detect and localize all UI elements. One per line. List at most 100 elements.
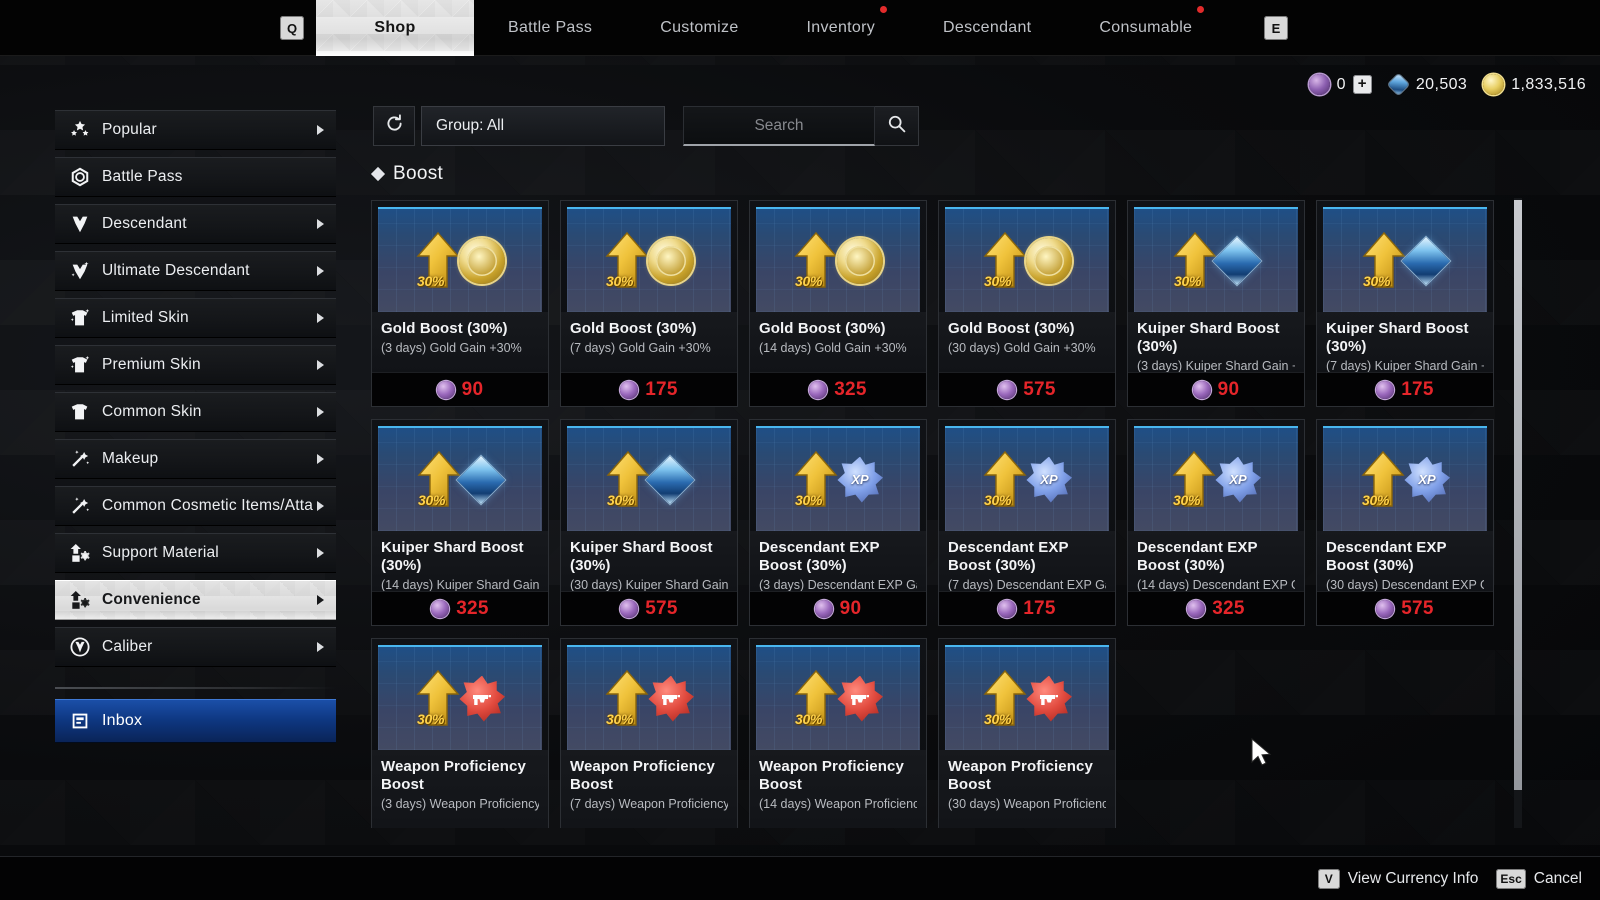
item-info: Gold Boost (30%) (3 days) Gold Gain +30% [372, 312, 548, 372]
sidebar-item-popular[interactable]: Popular [55, 110, 336, 150]
chevron-right-icon [317, 501, 324, 511]
shop-item-card[interactable]: 30% XP Descendant EXP Boost (30%) (30 days)… [1316, 419, 1494, 626]
boost-percent-label: 30% [984, 272, 1012, 289]
search-input[interactable] [684, 107, 874, 144]
item-price-value: 325 [1212, 597, 1245, 619]
sidebar-item-support-material[interactable]: Support Material [55, 533, 336, 573]
currency-value: 20,503 [1415, 75, 1468, 93]
shop-item-card[interactable]: 30% Kuiper Shard Boost (30%) (30 days) Kui… [560, 419, 738, 626]
item-description: (30 days) Kuiper Shard Gain +30% [570, 578, 728, 591]
ultimate-descendant-crest-icon [67, 259, 93, 283]
sidebar-item-caliber[interactable]: Caliber [55, 627, 336, 667]
boost-percent-label: 30% [418, 491, 446, 508]
weapon-icon [648, 675, 694, 722]
xp-icon: XP [1215, 456, 1261, 503]
shop-item-card[interactable]: 30% XP Descendant EXP Boost (30%) (14 days)… [1127, 419, 1305, 626]
search-box[interactable] [683, 106, 875, 146]
sidebar-item-ultimate-descendant[interactable]: Ultimate Descendant [55, 251, 336, 291]
key-hint-e[interactable]: E [1264, 16, 1288, 40]
add-currency-button[interactable]: + [1352, 75, 1372, 94]
item-info: Weapon Proficiency Boost (30 days) Weapon… [939, 750, 1115, 828]
footer-hint-view-currency-info[interactable]: V View Currency Info [1317, 868, 1478, 889]
notification-badge-icon [880, 6, 888, 13]
shop-item-card[interactable]: 30% Kuiper Shard Boost (30%) (14 days) Kui… [371, 419, 549, 626]
boost-percent-label: 30% [606, 272, 634, 289]
item-info: Descendant EXP Boost (30%) (30 days) Desc… [1317, 531, 1493, 591]
tab-inventory[interactable]: Inventory [773, 0, 910, 56]
boost-percent-label: 30% [606, 710, 634, 727]
key-hint-q[interactable]: Q [280, 16, 304, 40]
grid-scrollbar-thumb[interactable] [1514, 200, 1522, 790]
refresh-icon [384, 113, 405, 139]
group-filter-dropdown[interactable]: Group: All [421, 106, 665, 146]
item-artwork: 30% [756, 645, 920, 750]
shop-item-card[interactable]: 30% Weapon Proficiency Boost (30 days) Wea… [938, 638, 1116, 828]
item-name: Gold Boost (30%) [381, 320, 508, 337]
chevron-right-icon [317, 642, 324, 652]
sidebar-item-premium-skin[interactable]: Premium Skin [55, 345, 336, 385]
shop-item-card[interactable]: 30% Gold Boost (30%) (14 days) Gold Gain +… [749, 200, 927, 407]
sidebar-item-convenience[interactable]: Convenience [55, 580, 336, 620]
tab-battle-pass[interactable]: Battle Pass [474, 0, 626, 56]
footer-hint-label: Cancel [1533, 869, 1582, 887]
item-price: 575 [1317, 591, 1493, 625]
diamond-icon [370, 166, 386, 182]
sidebar-item-label: Common Skin [102, 403, 202, 420]
boost-arrow-icon: 30% [604, 229, 650, 293]
caliber-icon [1192, 380, 1211, 399]
artwork-inner: 30% [756, 647, 920, 750]
artwork-inner: 30% [945, 647, 1109, 750]
sidebar-item-common-cosmetic-items-atta[interactable]: Common Cosmetic Items/Atta [55, 486, 336, 526]
sidebar-item-common-skin[interactable]: Common Skin [55, 392, 336, 432]
chevron-right-icon [317, 266, 324, 276]
boost-percent-label: 30% [1174, 272, 1202, 289]
item-name: Kuiper Shard Boost (30%) [1137, 320, 1280, 355]
item-description: (14 days) Descendant EXP Gain +30% [1137, 578, 1295, 591]
boost-percent-label: 30% [1173, 491, 1201, 508]
sidebar-item-label: Support Material [102, 544, 219, 561]
descendant-crest-icon [67, 212, 93, 236]
shop-item-card[interactable]: 30% Kuiper Shard Boost (30%) (3 days) Kuip… [1127, 200, 1305, 407]
shop-item-card[interactable]: 30% Gold Boost (30%) (30 days) Gold Gain +… [938, 200, 1116, 407]
sidebar-item-battle-pass[interactable]: Battle Pass [55, 157, 336, 197]
shop-item-card[interactable]: 30% Weapon Proficiency Boost (7 days) Weap… [560, 638, 738, 828]
tab-customize[interactable]: Customize [626, 0, 772, 56]
shop-item-card[interactable]: 30% Weapon Proficiency Boost (14 days) Wea… [749, 638, 927, 828]
item-name: Descendant EXP Boost (30%) [948, 539, 1069, 574]
sidebar-item-descendant[interactable]: Descendant [55, 204, 336, 244]
sidebar-item-limited-skin[interactable]: Limited Skin [55, 298, 336, 338]
boost-percent-label: 30% [607, 491, 635, 508]
weapon-icon [837, 675, 883, 722]
item-price-value: 325 [834, 378, 867, 400]
sidebar-item-inbox[interactable]: Inbox [55, 699, 336, 743]
shop-item-card[interactable]: 30% Weapon Proficiency Boost (3 days) Weap… [371, 638, 549, 828]
sidebar-item-makeup[interactable]: Makeup [55, 439, 336, 479]
inbox-icon [67, 709, 93, 733]
filter-toolbar: Group: All [373, 106, 919, 146]
shop-item-card[interactable]: 30% XP Descendant EXP Boost (30%) (7 days) … [938, 419, 1116, 626]
boost-arrow-icon: 30% [982, 667, 1028, 731]
shop-item-card[interactable]: 30% XP Descendant EXP Boost (30%) (3 days) … [749, 419, 927, 626]
search-button[interactable] [875, 106, 919, 146]
boost-percent-label: 30% [795, 710, 823, 727]
tab-consumable[interactable]: Consumable [1065, 0, 1226, 56]
tab-descendant[interactable]: Descendant [909, 0, 1065, 56]
item-price-value: 90 [1217, 378, 1240, 400]
item-description: (30 days) Descendant EXP Gain +30% [1326, 578, 1484, 591]
artwork-inner: 30% [945, 209, 1109, 312]
footer-hint-cancel[interactable]: Esc Cancel [1496, 868, 1582, 889]
item-name: Weapon Proficiency Boost [381, 758, 526, 793]
boost-arrow-icon: 30% [415, 667, 461, 731]
artwork-inner: 30% [378, 647, 542, 750]
refresh-button[interactable] [373, 106, 415, 146]
item-description: (14 days) Gold Gain +30% [759, 341, 907, 355]
boost-arrow-icon: 30% [1171, 448, 1217, 512]
tab-shop[interactable]: Shop [316, 0, 474, 56]
shop-item-card[interactable]: 30% Gold Boost (30%) (7 days) Gold Gain +3… [560, 200, 738, 407]
item-name: Weapon Proficiency Boost [570, 758, 715, 793]
caliber-icon [1376, 599, 1395, 618]
boost-arrow-icon: 30% [416, 448, 462, 512]
shop-item-card[interactable]: 30% Kuiper Shard Boost (30%) (7 days) Kuip… [1316, 200, 1494, 407]
item-info: Kuiper Shard Boost (30%) (14 days) Kuiper… [372, 531, 548, 591]
shop-item-card[interactable]: 30% Gold Boost (30%) (3 days) Gold Gain +3… [371, 200, 549, 407]
